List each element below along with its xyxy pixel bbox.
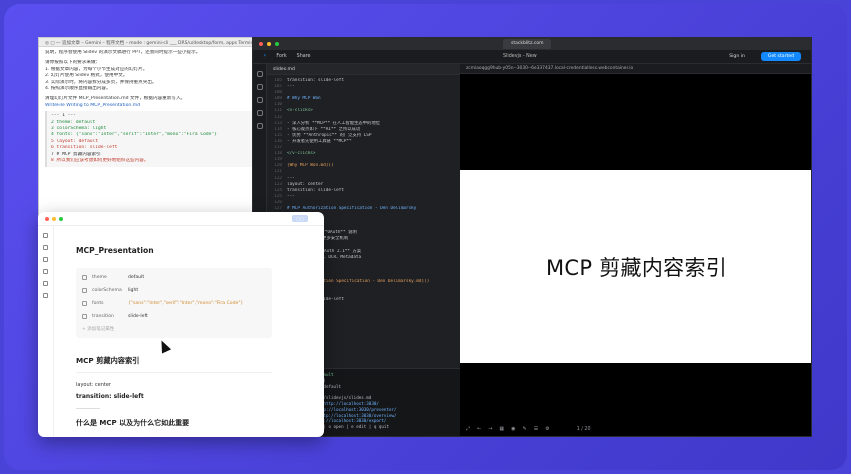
settings-icon[interactable]: ⚙ <box>545 426 549 432</box>
section-heading: 什么是 MCP 以及为什么它如此重要 <box>76 419 190 427</box>
notes-sidebar <box>38 226 54 437</box>
close-window-icon[interactable] <box>45 216 49 221</box>
view-badge[interactable]: □□ <box>292 215 308 222</box>
browser-tab-stackblitz[interactable]: stackblitz.com <box>503 39 552 49</box>
code-text: <v-clicks> <box>287 108 313 114</box>
minimize-window-icon[interactable] <box>52 216 56 221</box>
close-window-icon[interactable] <box>259 42 263 46</box>
property-icon <box>82 301 87 306</box>
preview-url-bar[interactable]: zcmiaoqgg9hub-y05n--3030--6e337437.local… <box>460 64 811 74</box>
share-button[interactable]: Share <box>297 54 311 59</box>
section-heading: MCP 剪藏内容索引 <box>76 356 272 373</box>
minimize-window-icon[interactable] <box>267 42 271 46</box>
presenter-icon[interactable]: ☰ <box>534 426 538 432</box>
code-text: transition: slide-left <box>287 78 344 83</box>
file-tab-slides[interactable]: slides.md <box>267 64 460 75</box>
property-value[interactable]: {"sans":"Inter","serif":"Inter","mono":"… <box>128 301 243 306</box>
code-text: # Why MCP Won <box>287 96 321 102</box>
drawing-icon[interactable]: ✎ <box>523 426 527 432</box>
add-property-button[interactable]: + 添加笔记属性 <box>76 323 272 335</box>
property-value[interactable]: default <box>128 275 144 280</box>
git-icon[interactable] <box>256 97 263 103</box>
link-icon[interactable] <box>43 293 48 298</box>
property-row[interactable]: theme default <box>76 271 272 284</box>
settings-icon[interactable] <box>256 123 263 129</box>
browser-tab-bar: stackblitz.com <box>253 38 811 50</box>
layout-text: layout: center <box>76 382 111 388</box>
fork-button[interactable]: Fork <box>276 54 286 59</box>
extensions-icon[interactable] <box>256 110 263 116</box>
maximize-window-icon[interactable] <box>59 216 63 221</box>
overview-icon[interactable]: ▦ <box>499 426 504 432</box>
sign-in-button[interactable]: Sign in <box>723 52 751 61</box>
code-text: </v-clicks> <box>287 151 316 157</box>
prev-slide-icon[interactable]: ← <box>477 426 481 432</box>
project-title: Slidevjs - New <box>503 54 537 59</box>
get-started-button[interactable]: Get started <box>760 52 801 61</box>
files-icon[interactable] <box>256 71 263 77</box>
maximize-window-icon[interactable] <box>275 42 279 46</box>
property-value[interactable]: light <box>128 288 138 293</box>
code-text: --- <box>287 84 295 90</box>
notes-content[interactable]: MCP_Presentation theme default colorSche… <box>76 234 316 428</box>
slide-preview[interactable]: MCP 剪藏内容索引 <box>460 170 811 363</box>
property-icon <box>82 275 87 280</box>
property-row[interactable]: transition slide-left <box>76 310 272 323</box>
divider <box>76 408 100 409</box>
property-key: transition <box>92 314 114 319</box>
property-icon <box>82 288 87 293</box>
slide-title: MCP 剪藏内容索引 <box>545 255 728 280</box>
preview-letterbox-top <box>460 74 811 170</box>
code-text: transition: slide-left <box>287 187 344 193</box>
property-key: theme <box>92 275 107 280</box>
property-row[interactable]: fonts {"sans":"Inter","serif":"Inter","m… <box>76 297 272 310</box>
slide-controls: ⤢ ← → ▦ ◉ ✎ ☰ ⚙ 1 / 20 <box>460 424 811 434</box>
search-icon[interactable] <box>256 84 263 90</box>
calendar-icon[interactable] <box>43 257 48 262</box>
terminal-icon[interactable] <box>43 281 48 286</box>
property-key: colorSchema <box>92 288 122 293</box>
properties-panel[interactable]: theme default colorSchema light fonts {"… <box>76 268 272 338</box>
document-icon[interactable] <box>43 269 48 274</box>
notes-window[interactable]: □□ MCP_Presentation theme default colorS… <box>38 212 324 437</box>
next-slide-icon[interactable]: → <box>488 426 492 432</box>
branch-icon[interactable] <box>43 245 48 250</box>
code-text: [Why MCP Won.md]() <box>287 163 334 169</box>
stackblitz-window[interactable]: stackblitz.com ⚡ Fork Share Slidevjs - N… <box>252 37 812 437</box>
transition-heading: transition: slide-left <box>76 393 144 400</box>
code-text: - 开发者先使用工具链 **MCP** <box>287 138 352 144</box>
property-value[interactable]: slide-left <box>128 314 148 319</box>
code-text: --- <box>287 193 295 199</box>
note-title: MCP_Presentation <box>76 246 154 255</box>
property-row[interactable]: colorSchema light <box>76 284 272 297</box>
property-key: fonts <box>92 301 104 306</box>
bolt-icon: ⚡ <box>263 54 267 59</box>
stackblitz-toolbar: ⚡ Fork Share Slidevjs - New Sign in Get … <box>253 50 811 64</box>
property-icon <box>82 314 87 319</box>
camera-icon[interactable]: ◉ <box>511 426 515 432</box>
fullscreen-icon[interactable]: ⤢ <box>466 426 470 432</box>
file-icon[interactable] <box>43 233 48 238</box>
page-indicator: 1 / 20 <box>576 426 591 432</box>
notes-title-bar: □□ <box>38 212 324 226</box>
